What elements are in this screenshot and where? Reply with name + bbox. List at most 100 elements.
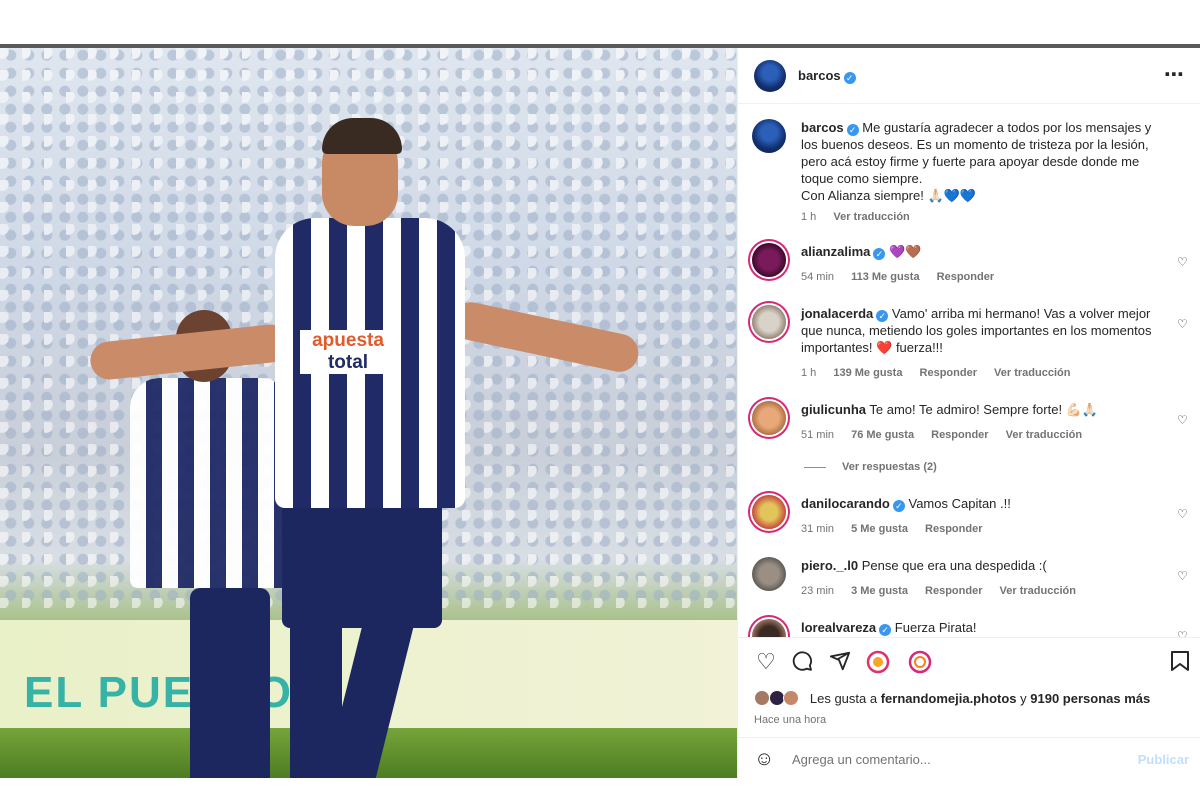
comment-text: lorealvareza ✓ Fuerza Pirata! xyxy=(801,619,1171,636)
shirt-sponsor-bottom: total xyxy=(300,352,396,374)
translate-button[interactable]: Ver traducción xyxy=(994,367,1070,379)
comment-avatar[interactable] xyxy=(752,243,786,277)
caption-username[interactable]: barcos xyxy=(801,120,844,135)
comment-text: jonalacerda ✓ Vamo' arriba mi hermano! Va… xyxy=(801,305,1171,356)
comment-likes[interactable]: 5 Me gusta xyxy=(851,523,908,535)
comment-item: giulicunha Te amo! Te admiro! Sempre for… xyxy=(738,387,1200,443)
heart-icon[interactable]: ♡ xyxy=(1177,255,1189,269)
comments-list[interactable]: barcos ✓ Me gustaría agradecer a todos po… xyxy=(738,105,1200,637)
comment-avatar[interactable] xyxy=(752,557,786,591)
reply-button[interactable]: Responder xyxy=(931,429,988,441)
post-comment-button[interactable]: Publicar xyxy=(1138,752,1189,767)
author-username-row[interactable]: barcos ✓ xyxy=(798,68,856,84)
reply-button[interactable]: Responder xyxy=(937,271,994,283)
comment-time: 51 min xyxy=(801,429,835,441)
comment-time: 1 h xyxy=(801,367,817,379)
comment-time: 54 min xyxy=(801,271,835,283)
comment-text: danilocarando ✓ Vamos Capitan .!! xyxy=(801,495,1171,512)
likes-user[interactable]: fernandomejia.photos xyxy=(881,691,1017,706)
translate-button[interactable]: Ver traducción xyxy=(1006,429,1082,441)
author-username[interactable]: barcos xyxy=(798,68,841,83)
comment-item: alianzalima ✓ 💜🤎 54 min 113 Me gusta Resp… xyxy=(738,229,1200,285)
comment-username[interactable]: piero._.l0 xyxy=(801,558,858,573)
translate-button[interactable]: Ver traducción xyxy=(1000,585,1076,597)
liker-avatar xyxy=(754,690,770,706)
more-icon[interactable]: ⋯ xyxy=(1164,62,1185,87)
caption-time: 1 h xyxy=(801,211,817,223)
remix-icon[interactable] xyxy=(908,650,932,674)
comment-meta: 1 h 139 Me gusta Responder Ver traducció… xyxy=(801,367,1084,379)
add-comment-bar: ☺ Agrega un comentario... Publicar xyxy=(738,737,1200,778)
comment-body: Vamos Capitan .!! xyxy=(908,496,1011,511)
comment-avatar[interactable] xyxy=(752,619,786,637)
comment-username[interactable]: giulicunha xyxy=(801,402,866,417)
comment-icon[interactable] xyxy=(790,650,814,674)
reply-button[interactable]: Responder xyxy=(925,523,982,535)
comment-time: 23 min xyxy=(801,585,835,597)
heart-icon[interactable]: ♡ xyxy=(1177,629,1189,637)
comment-likes[interactable]: 113 Me gusta xyxy=(851,271,919,283)
heart-icon[interactable]: ♡ xyxy=(1177,507,1189,521)
smile-icon[interactable]: ☺ xyxy=(754,748,774,771)
background-player-shirt xyxy=(130,378,290,588)
verified-icon: ✓ xyxy=(876,310,889,322)
share-icon[interactable] xyxy=(828,650,852,674)
bookmark-icon[interactable] xyxy=(1168,650,1192,674)
comment-avatar[interactable] xyxy=(752,305,786,339)
comment-meta: 54 min 113 Me gusta Responder xyxy=(801,271,1008,283)
comment-text: piero._.l0 Pense que era una despedida :… xyxy=(801,557,1171,574)
reply-button[interactable]: Responder xyxy=(920,367,977,379)
verified-icon: ✓ xyxy=(879,624,892,636)
comment-avatar[interactable] xyxy=(752,495,786,529)
likes-summary[interactable]: Les gusta a fernandomejia.photos y 9190 … xyxy=(754,690,1150,706)
comment-body: Pense que era una despedida :( xyxy=(861,558,1047,573)
reply-button[interactable]: Responder xyxy=(925,585,982,597)
comment-meta: 51 min 76 Me gusta Responder Ver traducc… xyxy=(801,429,1096,441)
post-header: barcos ✓ ⋯ xyxy=(738,48,1200,104)
comment-body: 💜🤎 xyxy=(889,244,922,259)
view-replies-button[interactable]: Ver respuestas (2) xyxy=(804,461,937,473)
comment-time: 31 min xyxy=(801,523,835,535)
likes-count[interactable]: 9190 personas más xyxy=(1030,691,1150,706)
comment-username[interactable]: alianzalima xyxy=(801,244,870,259)
post-photo[interactable]: EL PUEBLO apuesta total xyxy=(0,48,737,778)
comment-avatar[interactable] xyxy=(752,401,786,435)
comment-meta: 23 min 3 Me gusta Responder Ver traducci… xyxy=(801,585,1090,597)
heart-icon[interactable]: ♡ xyxy=(1177,317,1189,331)
caption-avatar[interactable] xyxy=(752,119,786,153)
comment-item: lorealvareza ✓ Fuerza Pirata! ♡ xyxy=(738,605,1200,637)
liker-avatar xyxy=(768,690,785,706)
caption: barcos ✓ Me gustaría agradecer a todos po… xyxy=(738,105,1200,225)
comment-likes[interactable]: 139 Me gusta xyxy=(833,367,902,379)
post-side-panel: barcos ✓ ⋯ barcos ✓ Me gustaría agradecer … xyxy=(737,48,1200,778)
heart-icon[interactable]: ♡ xyxy=(754,650,778,674)
comment-item: piero._.l0 Pense que era una despedida :… xyxy=(738,543,1200,599)
likes-prefix: Les gusta a xyxy=(809,691,878,706)
post-actions: ♡ Les gusta a fernandomejia.photos y 919… xyxy=(738,637,1200,737)
heart-icon[interactable]: ♡ xyxy=(1177,569,1189,583)
comment-username[interactable]: danilocarando xyxy=(801,496,890,511)
verified-icon: ✓ xyxy=(846,124,859,136)
comment-username[interactable]: jonalacerda xyxy=(801,306,873,321)
comment-text: giulicunha Te amo! Te admiro! Sempre for… xyxy=(801,401,1171,418)
comment-meta: 31 min 5 Me gusta Responder xyxy=(801,523,996,535)
comment-likes[interactable]: 76 Me gusta xyxy=(851,429,914,441)
likes-middle: y xyxy=(1020,691,1027,706)
author-avatar[interactable] xyxy=(754,60,786,92)
caption-text: barcos ✓ Me gustaría agradecer a todos po… xyxy=(801,119,1171,204)
main-player-shorts xyxy=(282,488,442,628)
heart-icon[interactable]: ♡ xyxy=(1177,413,1189,427)
caption-translate[interactable]: Ver traducción xyxy=(833,211,909,223)
comment-input[interactable]: Agrega un comentario... xyxy=(792,752,931,767)
background-player-legs xyxy=(190,588,270,778)
verified-icon: ✓ xyxy=(843,72,856,84)
comment-body: Fuerza Pirata! xyxy=(894,620,977,635)
comment-likes[interactable]: 3 Me gusta xyxy=(851,585,908,597)
liker-avatar xyxy=(783,690,800,706)
comment-item: danilocarando ✓ Vamos Capitan .!! 31 min … xyxy=(738,481,1200,537)
reel-icon[interactable] xyxy=(866,650,890,674)
verified-icon: ✓ xyxy=(873,248,886,260)
verified-icon: ✓ xyxy=(892,500,905,512)
shirt-sponsor-top: apuesta xyxy=(300,330,396,352)
comment-username[interactable]: lorealvareza xyxy=(801,620,876,635)
